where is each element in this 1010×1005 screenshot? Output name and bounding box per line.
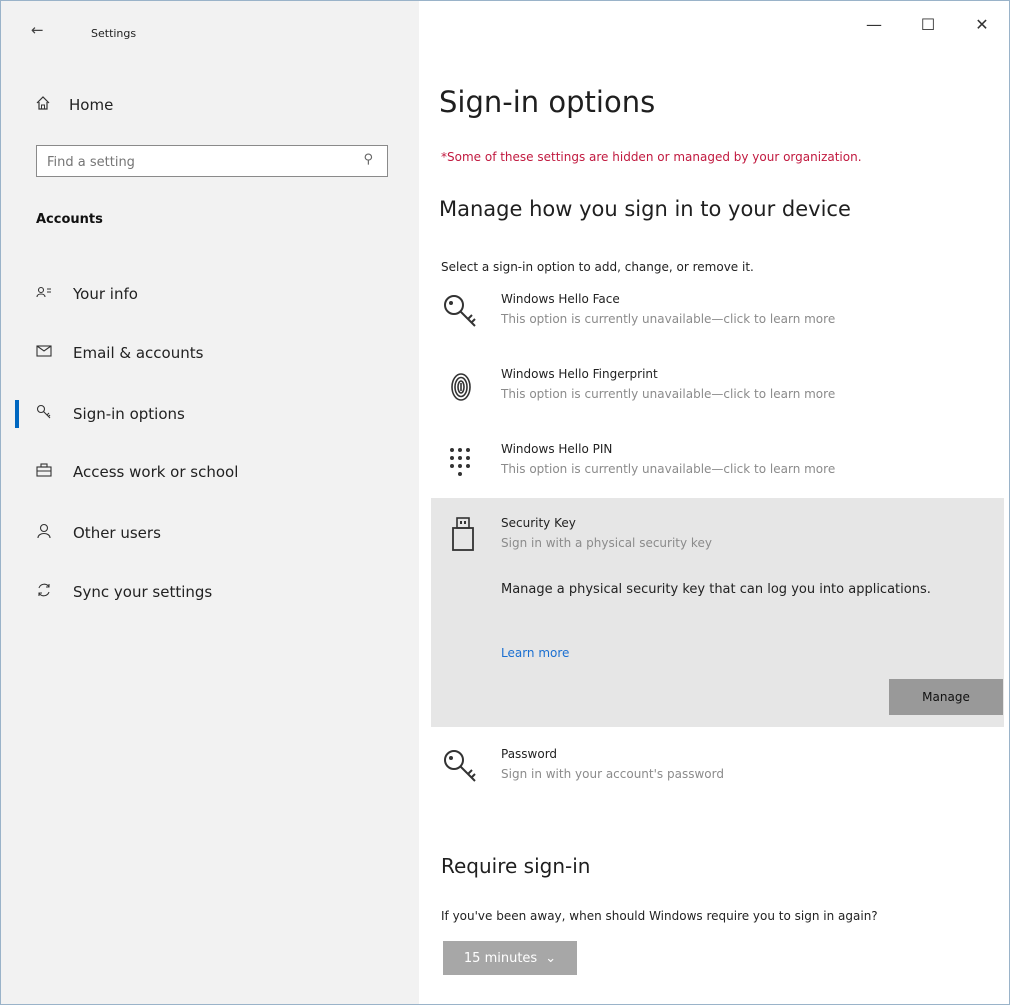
- briefcase-icon: [35, 463, 53, 481]
- option-title: Password: [501, 747, 558, 761]
- sidebar-item-email-accounts[interactable]: Email & accounts: [35, 344, 203, 362]
- option-subtitle: This option is currently unavailable—cli…: [501, 387, 836, 401]
- window-controls: — ☐ ✕: [847, 15, 1009, 34]
- require-question: If you've been away, when should Windows…: [441, 909, 878, 923]
- minimize-button[interactable]: —: [847, 15, 901, 34]
- person-icon: [35, 523, 53, 543]
- security-key-panel[interactable]: Security Key Sign in with a physical sec…: [431, 498, 1004, 727]
- option-windows-hello-face[interactable]: Windows Hello Face This option is curren…: [441, 292, 1001, 338]
- key-icon: [35, 404, 53, 424]
- sidebar-item-label: Sync your settings: [73, 583, 213, 601]
- option-subtitle: This option is currently unavailable—cli…: [501, 312, 836, 326]
- home-icon: [35, 95, 51, 115]
- usb-key-icon: [451, 516, 475, 556]
- mail-icon: [35, 345, 53, 361]
- search-icon[interactable]: ⚲: [363, 152, 373, 167]
- settings-window: ← Settings Home ⚲ Accounts Your info Ema…: [0, 0, 1010, 1005]
- option-title: Security Key: [501, 516, 576, 530]
- option-subtitle: This option is currently unavailable—cli…: [501, 462, 836, 476]
- security-key-description: Manage a physical security key that can …: [501, 582, 931, 597]
- password-key-icon: [441, 747, 481, 787]
- option-windows-hello-fingerprint[interactable]: Windows Hello Fingerprint This option is…: [441, 367, 1001, 413]
- sidebar-item-sync-settings[interactable]: Sync your settings: [35, 582, 212, 602]
- sidebar-item-your-info[interactable]: Your info: [35, 285, 138, 303]
- option-subtitle: Sign in with a physical security key: [501, 536, 712, 550]
- option-subtitle: Sign in with your account's password: [501, 767, 724, 781]
- managed-warning: *Some of these settings are hidden or ma…: [441, 150, 862, 164]
- page-title: Sign-in options: [439, 85, 656, 119]
- option-password[interactable]: Password Sign in with your account's pas…: [441, 747, 1001, 793]
- sidebar-item-label: Access work or school: [73, 463, 239, 481]
- search-input[interactable]: [37, 146, 349, 178]
- manage-button[interactable]: Manage: [889, 679, 1003, 715]
- maximize-button[interactable]: ☐: [901, 15, 955, 34]
- section-title: Accounts: [36, 212, 103, 227]
- home-label: Home: [69, 96, 114, 114]
- sidebar-item-sign-in-options[interactable]: Sign-in options: [35, 404, 185, 424]
- require-signin-dropdown[interactable]: 15 minutes ⌄: [443, 941, 577, 975]
- sidebar-item-other-users[interactable]: Other users: [35, 523, 161, 543]
- option-title: Windows Hello Face: [501, 292, 620, 306]
- option-title: Windows Hello PIN: [501, 442, 613, 456]
- sidebar-item-access-work-school[interactable]: Access work or school: [35, 463, 238, 481]
- person-card-icon: [35, 285, 53, 303]
- selected-indicator: [15, 400, 19, 428]
- fingerprint-icon: [441, 367, 481, 407]
- home-link[interactable]: Home: [35, 95, 113, 115]
- sidebar-item-label: Email & accounts: [73, 344, 204, 362]
- sidebar-item-label: Sign-in options: [73, 405, 185, 423]
- option-windows-hello-pin[interactable]: Windows Hello PIN This option is current…: [441, 442, 1001, 488]
- close-button[interactable]: ✕: [955, 15, 1009, 34]
- sidebar-item-label: Your info: [73, 285, 138, 303]
- select-hint: Select a sign-in option to add, change, …: [441, 260, 754, 274]
- sidebar: ← Settings Home ⚲ Accounts Your info Ema…: [1, 1, 419, 1004]
- option-title: Windows Hello Fingerprint: [501, 367, 658, 381]
- sync-icon: [35, 582, 53, 602]
- pin-keypad-icon: [441, 442, 481, 482]
- learn-more-link[interactable]: Learn more: [501, 646, 569, 660]
- app-title: Settings: [91, 27, 137, 40]
- chevron-down-icon: ⌄: [545, 950, 557, 966]
- require-heading: Require sign-in: [441, 854, 591, 878]
- back-button[interactable]: ←: [31, 21, 44, 39]
- manage-heading: Manage how you sign in to your device: [439, 197, 851, 221]
- sidebar-item-label: Other users: [73, 524, 161, 542]
- search-box[interactable]: ⚲: [36, 145, 388, 178]
- face-key-icon: [441, 292, 481, 332]
- main-content: — ☐ ✕ Sign-in options *Some of these set…: [419, 1, 1009, 1004]
- dropdown-value: 15 minutes: [463, 950, 538, 966]
